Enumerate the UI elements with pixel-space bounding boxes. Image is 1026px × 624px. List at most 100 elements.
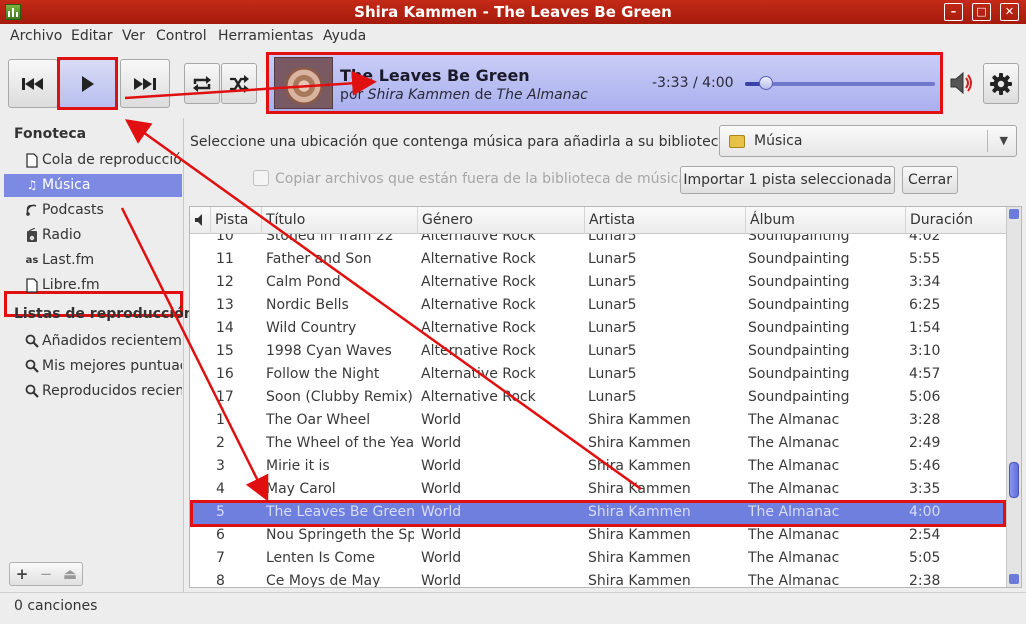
sidebar-item-music[interactable]: ♫ Música (4, 174, 182, 197)
table-row[interactable]: 8 Ce Moys de May World Shira Kammen The Alma… (190, 571, 1006, 587)
table-row[interactable]: 12 Calm Pond Alternative Rock Lunar5 Soundpa… (190, 272, 1006, 295)
cell-artist: Lunar5 (588, 251, 637, 267)
elapsed-time: -3:33 / 4:00 (652, 75, 734, 91)
sidebar-item-librefm[interactable]: Libre.fm (4, 274, 182, 297)
cell-genre: World (421, 550, 462, 566)
sidebar-item-podcasts[interactable]: Podcasts (4, 199, 182, 222)
sidebar-item-recently-played[interactable]: Reproducidos recientemente (4, 380, 182, 403)
cell-title: Soon (Clubby Remix) (266, 389, 413, 405)
table-row[interactable]: 13 Nordic Bells Alternative Rock Lunar5 Soun… (190, 295, 1006, 318)
sidebar-item-label: Cola de reproducción (42, 152, 182, 168)
eject-button[interactable]: ⏏ (59, 565, 81, 583)
table-row[interactable]: 14 Wild Country Alternative Rock Lunar5 Soun… (190, 318, 1006, 341)
sidebar-item-queue[interactable]: Cola de reproducción (4, 149, 182, 172)
table-row[interactable]: 4 May Carol World Shira Kammen The Almanac 3:… (190, 479, 1006, 502)
table-row[interactable]: 7 Lenten Is Come World Shira Kammen The Alma… (190, 548, 1006, 571)
table-row[interactable]: 6 Nou Springeth the Sprey World Shira Kamme… (190, 525, 1006, 548)
location-combo[interactable]: Música ▼ (719, 125, 1017, 157)
sidebar-item-radio[interactable]: Radio (4, 224, 182, 247)
column-track[interactable]: Pista (211, 207, 262, 234)
add-playlist-button[interactable]: + (11, 565, 33, 583)
window-title: Shira Kammen - The Leaves Be Green (354, 3, 672, 21)
scroll-down-button[interactable] (1009, 574, 1019, 584)
menu-ayuda[interactable]: Ayuda (323, 28, 366, 44)
column-genre[interactable]: Género (418, 207, 585, 234)
cell-track: 1 (216, 412, 225, 428)
sidebar-item-label: Libre.fm (42, 277, 100, 293)
close-import-button[interactable]: Cerrar (902, 166, 958, 194)
next-button[interactable] (120, 59, 170, 108)
cell-duration: 2:38 (909, 573, 941, 587)
cell-genre: Alternative Rock (421, 343, 536, 359)
scroll-up-button[interactable] (1009, 209, 1019, 219)
cell-genre: World (421, 481, 462, 497)
sidebar-item-label: Música (42, 177, 91, 193)
shuffle-button[interactable] (221, 63, 257, 104)
shuffle-icon (230, 74, 249, 93)
table-row[interactable]: 10 Stoned in Tram 22 Alternative Rock Lunar… (190, 234, 1006, 249)
menu-herramientas[interactable]: Herramientas (218, 28, 313, 44)
cell-track: 6 (216, 527, 225, 543)
remove-playlist-button[interactable]: − (35, 565, 57, 583)
column-title[interactable]: Título (262, 207, 418, 234)
sidebar-item-label: Last.fm (42, 252, 95, 268)
menu-editar[interactable]: Editar (71, 28, 112, 44)
repeat-button[interactable] (184, 63, 220, 104)
cell-title: Follow the Night (266, 366, 380, 382)
cell-genre: Alternative Rock (421, 320, 536, 336)
sidebar-item-recently-added[interactable]: Añadidos recientemente (4, 330, 182, 353)
cell-track: 13 (216, 297, 234, 313)
cell-album: The Almanac (748, 435, 840, 451)
cell-title: Father and Son (266, 251, 372, 267)
table-row[interactable]: 17 Soon (Clubby Remix) Alternative Rock Lun… (190, 387, 1006, 410)
menu-control[interactable]: Control (156, 28, 207, 44)
scrollbar-thumb[interactable] (1009, 462, 1019, 498)
cell-duration: 5:05 (909, 550, 941, 566)
cell-track: 14 (216, 320, 234, 336)
minimize-button[interactable]: – (944, 3, 963, 21)
cell-artist: Shira Kammen (588, 458, 691, 474)
vertical-scrollbar[interactable] (1006, 207, 1021, 587)
cell-title: Mirie it is (266, 458, 330, 474)
music-note-icon: ♫ (26, 178, 38, 192)
table-row[interactable]: 15 1998 Cyan Waves Alternative Rock Lunar5 S… (190, 341, 1006, 364)
menu-ver[interactable]: Ver (122, 28, 145, 44)
table-row[interactable]: 11 Father and Son Alternative Rock Lunar5 So… (190, 249, 1006, 272)
cell-title: Nordic Bells (266, 297, 349, 313)
column-artist[interactable]: Artista (585, 207, 746, 234)
cell-album: Soundpainting (748, 251, 850, 267)
table-body: 10 Stoned in Tram 22 Alternative Rock Lunar… (190, 234, 1006, 587)
volume-button[interactable] (949, 70, 975, 96)
column-duration[interactable]: Duración (906, 207, 1006, 234)
document-icon (25, 153, 39, 168)
cell-album: The Almanac (748, 550, 840, 566)
cell-genre: Alternative Rock (421, 274, 536, 290)
copy-files-checkbox[interactable] (253, 170, 269, 186)
sidebar-item-lastfm[interactable]: as Last.fm (4, 249, 182, 272)
cell-artist: Shira Kammen (588, 435, 691, 451)
import-prompt: Seleccione una ubicación que contenga mú… (190, 134, 732, 150)
table-row-selected[interactable]: 5 The Leaves Be Green World Shira Kammen The… (190, 500, 1006, 527)
seek-handle[interactable] (758, 76, 773, 90)
sidebar-item-top-rated[interactable]: Mis mejores puntuadas (4, 355, 182, 378)
close-window-button[interactable]: ✕ (1000, 3, 1019, 21)
cell-track: 10 (216, 234, 234, 244)
cell-track: 11 (216, 251, 234, 267)
table-row[interactable]: 16 Follow the Night Alternative Rock Lunar5… (190, 364, 1006, 387)
table-row[interactable]: 3 Mirie it is World Shira Kammen The Almanac… (190, 456, 1006, 479)
maximize-button[interactable]: □ (972, 3, 991, 21)
sidebar-item-label: Radio (42, 227, 82, 243)
settings-button[interactable] (983, 63, 1019, 104)
table-row[interactable]: 1 The Oar Wheel World Shira Kammen The Alman… (190, 410, 1006, 433)
now-playing-column-icon[interactable] (190, 207, 211, 234)
table-row[interactable]: 2 The Wheel of the Year World Shira Kammen T… (190, 433, 1006, 456)
cell-artist: Shira Kammen (588, 412, 691, 428)
playlists-heading: Listas de reproducción (14, 306, 194, 322)
seek-slider[interactable] (745, 76, 935, 90)
column-album[interactable]: Álbum (746, 207, 906, 234)
menu-archivo[interactable]: Archivo (10, 28, 62, 44)
import-button[interactable]: Importar 1 pista seleccionada (680, 166, 895, 194)
previous-button[interactable] (8, 59, 58, 108)
cell-duration: 1:54 (909, 320, 941, 336)
lastfm-icon: as (25, 255, 39, 266)
